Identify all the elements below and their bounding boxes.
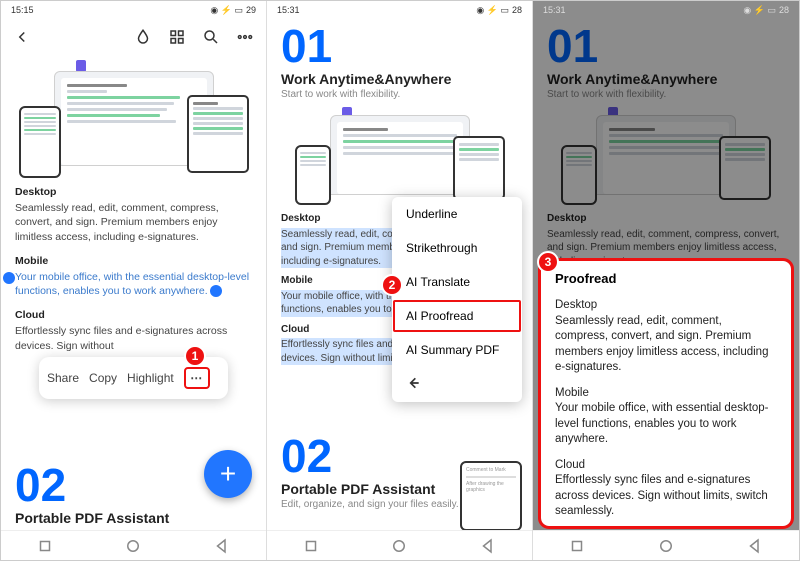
nav-bar — [267, 530, 532, 560]
context-dropdown: Underline Strikethrough AI Translate AI … — [392, 197, 522, 402]
nav-recent-icon[interactable] — [568, 537, 586, 555]
menu-strikethrough[interactable]: Strikethrough — [392, 231, 522, 265]
status-time: 15:15 — [11, 5, 34, 15]
status-icons: ◉ ⚡ ▭ 29 — [210, 5, 256, 16]
search-icon[interactable] — [202, 28, 220, 46]
ctx-highlight[interactable]: Highlight — [127, 370, 174, 386]
page-number: 01 — [281, 23, 518, 69]
status-bar: 15:31 ◉ ⚡ ▭ 28 — [267, 1, 532, 19]
more-icon[interactable] — [236, 28, 254, 46]
menu-underline[interactable]: Underline — [392, 197, 522, 231]
callout-badge-1: 1 — [184, 345, 206, 367]
nav-back-icon[interactable] — [213, 537, 231, 555]
ctx-copy[interactable]: Copy — [89, 370, 117, 386]
nav-back-icon[interactable] — [746, 537, 764, 555]
ctx-more-button[interactable]: ⋯ — [184, 367, 210, 389]
proofread-panel: Proofread Desktop Seamlessly read, edit,… — [541, 261, 791, 526]
hero-illustration — [300, 110, 500, 200]
status-bar: 15:15 ◉ ⚡ ▭ 29 — [1, 1, 266, 19]
status-time: 15:31 — [543, 5, 566, 15]
pf-section-title: Mobile — [555, 386, 777, 402]
nav-recent-icon[interactable] — [36, 537, 54, 555]
section-text: Effortlessly sync files and e-signatures… — [15, 324, 252, 352]
status-icons: ◉ ⚡ ▭ 28 — [743, 5, 789, 16]
nav-back-icon[interactable] — [479, 537, 497, 555]
proofread-title: Proofread — [541, 271, 791, 292]
status-time: 15:31 — [277, 5, 300, 15]
grid-icon[interactable] — [168, 28, 186, 46]
callout-badge-3: 3 — [537, 251, 559, 273]
section-text: Seamlessly read, edit, comment, compress… — [15, 201, 252, 244]
section-title-cloud: Cloud — [15, 308, 252, 322]
nav-recent-icon[interactable] — [302, 537, 320, 555]
fab-add-button[interactable]: + — [204, 450, 252, 498]
menu-ai-proofread[interactable]: AI Proofread — [392, 299, 522, 333]
nav-bar — [1, 530, 266, 560]
nav-home-icon[interactable] — [124, 537, 142, 555]
status-icons: ◉ ⚡ ▭ 28 — [476, 5, 522, 16]
menu-ai-summary[interactable]: AI Summary PDF — [392, 333, 522, 367]
menu-ai-translate[interactable]: AI Translate — [392, 265, 522, 299]
document-content: Desktop Seamlessly read, edit, comment, … — [1, 185, 266, 399]
pf-section-text: Your mobile office, with essential deskt… — [555, 401, 777, 448]
status-bar: 15:31 ◉ ⚡ ▭ 28 — [533, 1, 799, 19]
section-title-desktop: Desktop — [15, 185, 252, 199]
menu-back-icon[interactable] — [392, 367, 522, 402]
toolbar — [1, 19, 266, 55]
hero-illustration — [24, 63, 244, 173]
selected-text[interactable]: Your mobile office, with the essential d… — [15, 270, 252, 298]
ink-icon[interactable] — [134, 28, 152, 46]
page-subtitle: Start to work with flexibility. — [281, 89, 518, 100]
nav-home-icon[interactable] — [390, 537, 408, 555]
page-heading: Portable PDF Assistant — [15, 510, 252, 526]
ctx-share[interactable]: Share — [47, 370, 79, 386]
pf-section-title: Cloud — [555, 458, 777, 474]
callout-badge-2: 2 — [381, 274, 403, 296]
section-title-mobile: Mobile — [15, 254, 252, 268]
pf-section-text: Effortlessly sync files and e-signatures… — [555, 473, 777, 520]
pf-section-title: Desktop — [555, 298, 777, 314]
back-icon[interactable] — [13, 28, 31, 46]
nav-bar — [533, 530, 799, 560]
phone-illustration: Comment to Mark After drawing the graphi… — [460, 461, 522, 531]
pf-section-text: Seamlessly read, edit, comment, compress… — [555, 314, 777, 376]
nav-home-icon[interactable] — [657, 537, 675, 555]
page-heading: Work Anytime&Anywhere — [281, 71, 518, 87]
